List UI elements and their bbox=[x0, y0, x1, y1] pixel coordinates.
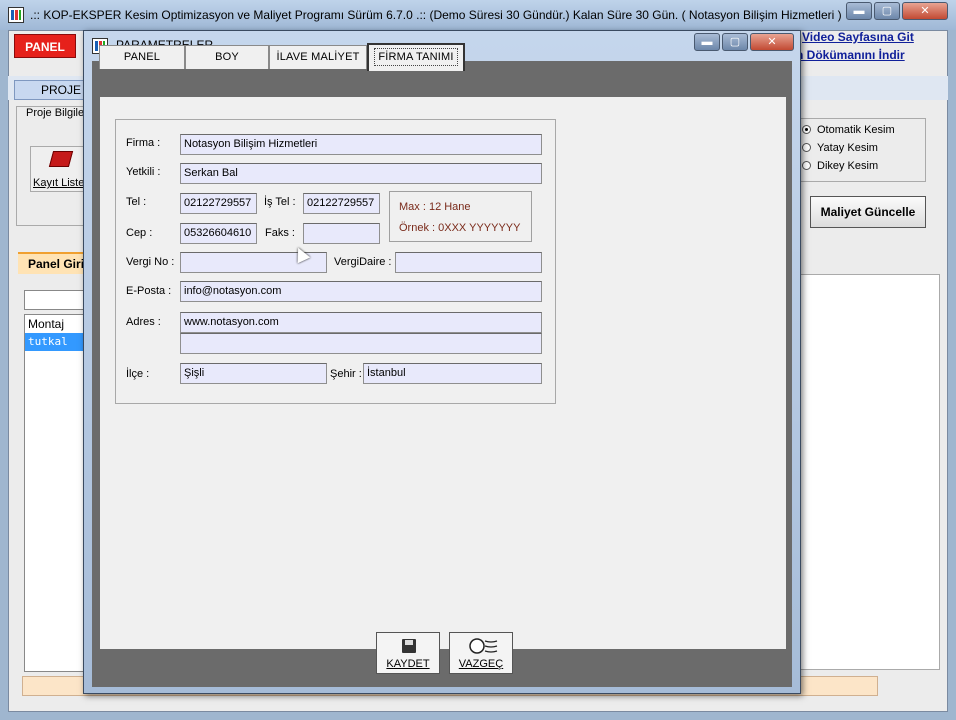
vergi-daire-label: VergiDaire : bbox=[334, 256, 392, 268]
project-info-group-label: Proje Bilgile bbox=[24, 107, 87, 119]
floppy-disk-icon bbox=[402, 639, 416, 653]
radio-label: Yatay Kesim bbox=[817, 142, 878, 154]
cep-label: Cep : bbox=[126, 227, 153, 239]
dialog-close-button[interactable]: ✕ bbox=[750, 33, 794, 51]
tel-field[interactable]: 02122729557 bbox=[180, 193, 257, 214]
main-window-title: .:: KOP-EKSPER Kesim Optimizasyon ve Mal… bbox=[30, 8, 842, 22]
cep-field[interactable]: 05326604610 bbox=[180, 223, 257, 244]
book-icon bbox=[48, 151, 74, 167]
vergi-daire-field[interactable] bbox=[395, 252, 542, 273]
eposta-label: E-Posta : bbox=[126, 285, 172, 297]
adres-field-line2[interactable] bbox=[180, 333, 542, 354]
tab-firma-tanimi-label: FİRMA TANIMI bbox=[374, 48, 458, 66]
app-icon bbox=[8, 7, 24, 23]
tab-panel-giris[interactable]: Panel Giri bbox=[18, 252, 88, 274]
radio-label: Otomatik Kesim bbox=[817, 124, 895, 136]
ilce-label: İlçe : bbox=[126, 368, 150, 380]
save-button-label: KAYDET bbox=[386, 658, 430, 670]
dialog-minimize-button[interactable]: ▬ bbox=[694, 33, 720, 51]
radio-dot-icon bbox=[802, 143, 811, 152]
eposta-field[interactable]: info@notasyon.com bbox=[180, 281, 542, 302]
firma-field[interactable]: Notasyon Bilişim Hizmetleri bbox=[180, 134, 542, 155]
radio-dot-icon bbox=[802, 125, 811, 134]
record-list-button[interactable]: Kayıt Liste bbox=[30, 146, 86, 192]
document-link[interactable]: n Dökümanını İndir bbox=[796, 48, 905, 62]
radio-dot-icon bbox=[802, 161, 811, 170]
panel-search-input[interactable] bbox=[24, 290, 88, 310]
yetkili-field[interactable]: Serkan Bal bbox=[180, 163, 542, 184]
tel-label: Tel : bbox=[126, 196, 147, 208]
save-button[interactable]: KAYDET bbox=[376, 632, 440, 674]
list-item[interactable]: Montaj bbox=[25, 315, 87, 333]
radio-dikey[interactable]: Dikey Kesim bbox=[802, 160, 878, 172]
main-titlebar: .:: KOP-EKSPER Kesim Optimizasyon ve Mal… bbox=[0, 0, 956, 30]
vergi-no-label: Vergi No : bbox=[126, 256, 175, 268]
tab-boy[interactable]: BOY bbox=[185, 45, 269, 69]
faks-label: Faks : bbox=[265, 227, 295, 239]
radio-label: Dikey Kesim bbox=[817, 160, 879, 172]
radio-yatay[interactable]: Yatay Kesim bbox=[802, 142, 878, 154]
adres-label: Adres : bbox=[126, 316, 161, 328]
tab-proje[interactable]: PROJE bbox=[14, 80, 84, 100]
yetkili-label: Yetkili : bbox=[126, 166, 161, 178]
cancel-button[interactable]: VAZGEÇ bbox=[449, 632, 513, 674]
list-item-selected[interactable]: tutkal bbox=[25, 333, 87, 351]
sehir-label: Şehir : bbox=[330, 368, 362, 380]
main-maximize-button[interactable]: ▢ bbox=[874, 2, 900, 20]
right-panel bbox=[796, 274, 940, 670]
main-close-button[interactable]: ✕ bbox=[902, 2, 948, 20]
is-tel-label: İş Tel : bbox=[264, 196, 296, 208]
video-link[interactable]: Video Sayfasına Git bbox=[802, 30, 914, 44]
adres-field-line1[interactable]: www.notasyon.com bbox=[180, 312, 542, 333]
tab-panel[interactable]: PANEL bbox=[99, 45, 185, 69]
record-list-label: Kayıt Liste bbox=[33, 177, 85, 189]
main-minimize-button[interactable]: ▬ bbox=[846, 2, 872, 20]
radio-otomatik[interactable]: Otomatik Kesim bbox=[802, 124, 895, 136]
hint-example: Örnek : 0XXX YYYYYYY bbox=[399, 222, 521, 234]
is-tel-field[interactable]: 02122729557 bbox=[303, 193, 380, 214]
dialog-maximize-button[interactable]: ▢ bbox=[722, 33, 748, 51]
panel-badge[interactable]: PANEL bbox=[14, 34, 76, 58]
faks-field[interactable] bbox=[303, 223, 380, 244]
update-cost-button[interactable]: Maliyet Güncelle bbox=[810, 196, 926, 228]
panel-list[interactable]: Montaj tutkal bbox=[24, 314, 88, 672]
hint-max: Max : 12 Hane bbox=[399, 201, 471, 213]
sehir-field[interactable]: İstanbul bbox=[363, 363, 542, 384]
tab-firma-tanimi[interactable]: FİRMA TANIMI bbox=[367, 43, 465, 71]
ilce-field[interactable]: Şişli bbox=[180, 363, 327, 384]
cancel-button-label: VAZGEÇ bbox=[458, 658, 504, 670]
firma-label: Firma : bbox=[126, 137, 161, 149]
cancel-stamp-icon bbox=[469, 638, 498, 654]
phone-format-hint bbox=[389, 191, 532, 242]
tab-ilave-maliyet[interactable]: İLAVE MALİYET bbox=[269, 45, 367, 69]
